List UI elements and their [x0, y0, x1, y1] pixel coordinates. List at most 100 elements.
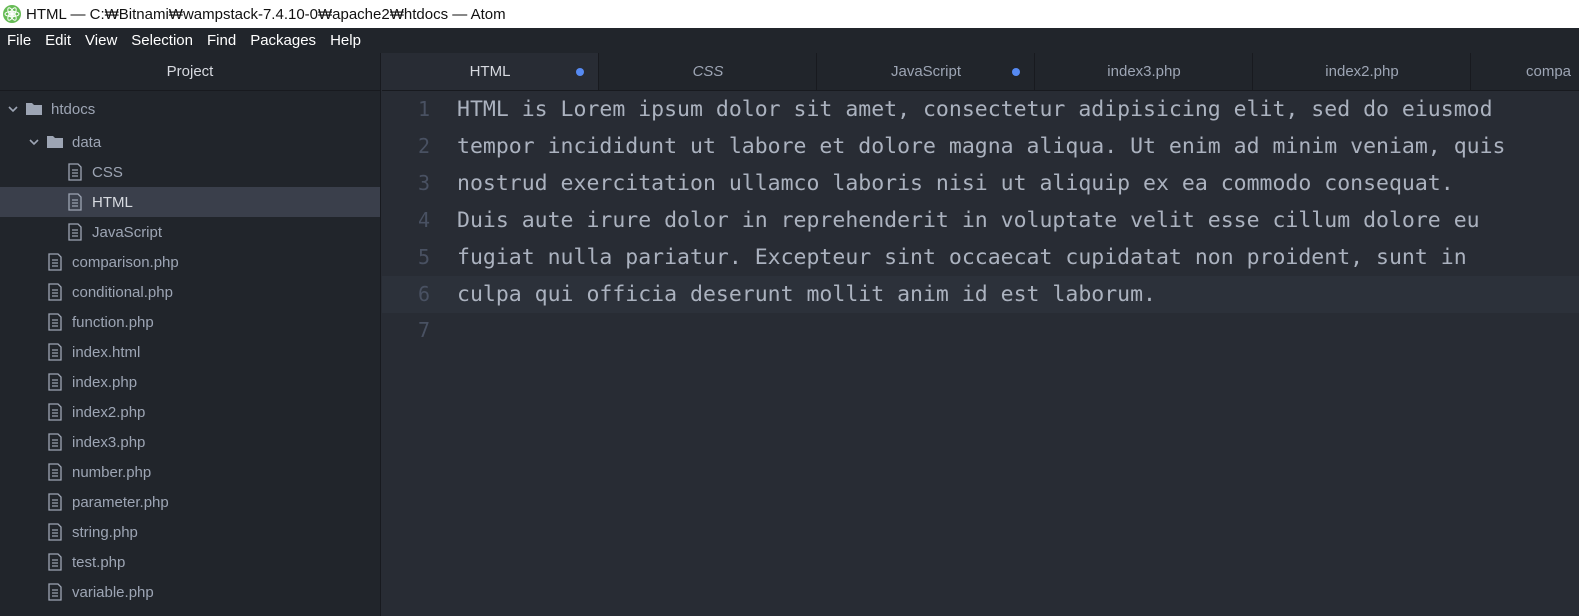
line-text: tempor incididunt ut labore et dolore ma…: [457, 133, 1506, 159]
line-text: HTML is Lorem ipsum dolor sit amet, cons…: [457, 97, 1493, 122]
tab-html[interactable]: HTML: [382, 53, 599, 90]
tree-item-index3-php[interactable]: index3.php: [0, 427, 380, 457]
modified-indicator-icon[interactable]: [1012, 68, 1020, 76]
line-number: 3: [417, 170, 430, 195]
line-number: 4: [417, 207, 430, 232]
line-number: 1: [417, 97, 430, 121]
line-text: culpa qui officia deserunt mollit anim i…: [457, 281, 1156, 307]
file-icon: [46, 313, 64, 331]
line-number: 6: [417, 281, 430, 306]
tab-index3-php[interactable]: index3.php: [1036, 53, 1253, 90]
tree-item-label: CSS: [92, 163, 123, 181]
modified-indicator-icon[interactable]: [576, 68, 584, 76]
tree-item-label: index2.php: [72, 403, 146, 421]
tab-label: JavaScript: [890, 63, 962, 80]
file-icon: [46, 553, 64, 571]
tree-item-label: function.php: [72, 313, 154, 331]
file-icon: [46, 493, 64, 511]
file-icon: [46, 463, 64, 481]
line-text: nostrud exercitation ullamco laboris nis…: [457, 170, 1454, 196]
menu-edit[interactable]: Edit: [38, 28, 78, 53]
tree-item-label: conditional.php: [72, 283, 173, 301]
tree-item-label: comparison.php: [72, 253, 179, 271]
tree-item-function-php[interactable]: function.php: [0, 307, 380, 337]
tab-label: compa: [1526, 63, 1572, 80]
tab-label: HTML: [469, 63, 511, 80]
tree-item-html[interactable]: HTML: [0, 187, 380, 217]
tree-item-label: parameter.php: [72, 493, 169, 511]
tree-item-label: index.html: [72, 343, 141, 361]
file-icon: [46, 583, 64, 601]
tree-item-label: HTML: [92, 193, 133, 211]
tree-item-label: htdocs: [51, 100, 96, 118]
editor-line[interactable]: 6 culpa qui officia deserunt mollit anim …: [382, 275, 1579, 313]
menu-help[interactable]: Help: [323, 28, 368, 53]
tree-item-comparison-php[interactable]: comparison.php: [0, 247, 380, 277]
tab-label: index2.php: [1325, 63, 1399, 80]
chevron-down-icon[interactable]: [5, 101, 21, 117]
line-number: 2: [417, 133, 430, 158]
text-editor[interactable]: 1 HTML is Lorem ipsum dolor sit amet, con…: [382, 91, 1579, 616]
editor-line[interactable]: 4 Duis aute irure dolor in reprehenderit …: [382, 202, 1579, 239]
project-tree: Project htdocs data CSS HTML JavaScript compa…: [0, 53, 381, 616]
tab-compa[interactable]: compa: [1472, 53, 1579, 90]
tab-label: CSS: [692, 63, 724, 80]
chevron-down-icon[interactable]: [26, 134, 42, 150]
tree-item-number-php[interactable]: number.php: [0, 457, 380, 487]
folder-icon: [25, 100, 43, 118]
tab-bar: HTML CSS JavaScript index3.php index2.php com…: [382, 53, 1579, 91]
tree-item-conditional-php[interactable]: conditional.php: [0, 277, 380, 307]
tab-css[interactable]: CSS: [600, 53, 817, 90]
menu-packages[interactable]: Packages: [243, 28, 323, 53]
file-icon: [66, 223, 84, 241]
file-icon: [46, 253, 64, 271]
menu-selection[interactable]: Selection: [124, 28, 200, 53]
tab-label: index3.php: [1107, 63, 1181, 80]
tree-item-index2-php[interactable]: index2.php: [0, 397, 380, 427]
editor-line[interactable]: 2 tempor incididunt ut labore et dolore m…: [382, 128, 1579, 165]
tree-item-label: variable.php: [72, 583, 154, 601]
tree-item-string-php[interactable]: string.php: [0, 517, 380, 547]
tab-index2-php[interactable]: index2.php: [1254, 53, 1471, 90]
tree-item-javascript[interactable]: JavaScript: [0, 217, 380, 247]
line-text: Duis aute irure dolor in reprehenderit i…: [457, 207, 1480, 233]
file-icon: [46, 343, 64, 361]
tree-item-label: number.php: [72, 463, 152, 481]
tree-item-index-php[interactable]: index.php: [0, 367, 380, 397]
tree-item-test-php[interactable]: test.php: [0, 547, 380, 577]
tab-javascript[interactable]: JavaScript: [818, 53, 1035, 90]
file-icon: [46, 523, 64, 541]
folder-icon: [46, 133, 64, 151]
file-icon: [46, 433, 64, 451]
title-bar: HTML — C:₩Bitnami₩wampstack-7.4.10-0₩apa…: [0, 0, 1579, 28]
tree-item-label: index.php: [72, 373, 138, 391]
tree-item-label: string.php: [72, 523, 138, 541]
tree-item-css[interactable]: CSS: [0, 157, 380, 187]
tree-item-label: JavaScript: [92, 223, 163, 241]
tree-item-index-html[interactable]: index.html: [0, 337, 380, 367]
tree-item-label: test.php: [72, 553, 126, 571]
file-icon: [46, 373, 64, 391]
menu-bar: File Edit View Selection Find Packages H…: [0, 28, 1579, 53]
tree-item-htdocs[interactable]: htdocs: [0, 94, 380, 124]
window-title: HTML — C:₩Bitnami₩wampstack-7.4.10-0₩apa…: [26, 5, 506, 23]
file-icon: [46, 403, 64, 421]
project-tree-header[interactable]: Project: [0, 53, 380, 91]
editor-line[interactable]: 1 HTML is Lorem ipsum dolor sit amet, con…: [382, 91, 1579, 128]
line-text: fugiat nulla pariatur. Excepteur sint oc…: [457, 244, 1467, 270]
menu-find[interactable]: Find: [200, 28, 243, 53]
tree-item-parameter-php[interactable]: parameter.php: [0, 487, 380, 517]
editor-line[interactable]: 3 nostrud exercitation ullamco laboris ni…: [382, 165, 1579, 202]
editor-line[interactable]: 5 fugiat nulla pariatur. Excepteur sint o…: [382, 239, 1579, 276]
tree-item-label: data: [72, 133, 102, 151]
tree-item-variable-php[interactable]: variable.php: [0, 577, 380, 607]
line-number: 7: [417, 318, 430, 343]
line-number: 5: [417, 244, 430, 269]
menu-view[interactable]: View: [78, 28, 124, 53]
file-icon: [66, 163, 84, 181]
atom-icon: [3, 5, 21, 23]
tree-item-data[interactable]: data: [0, 127, 380, 157]
menu-file[interactable]: File: [0, 28, 38, 53]
editor-line[interactable]: 7: [382, 312, 1579, 349]
file-icon: [46, 283, 64, 301]
